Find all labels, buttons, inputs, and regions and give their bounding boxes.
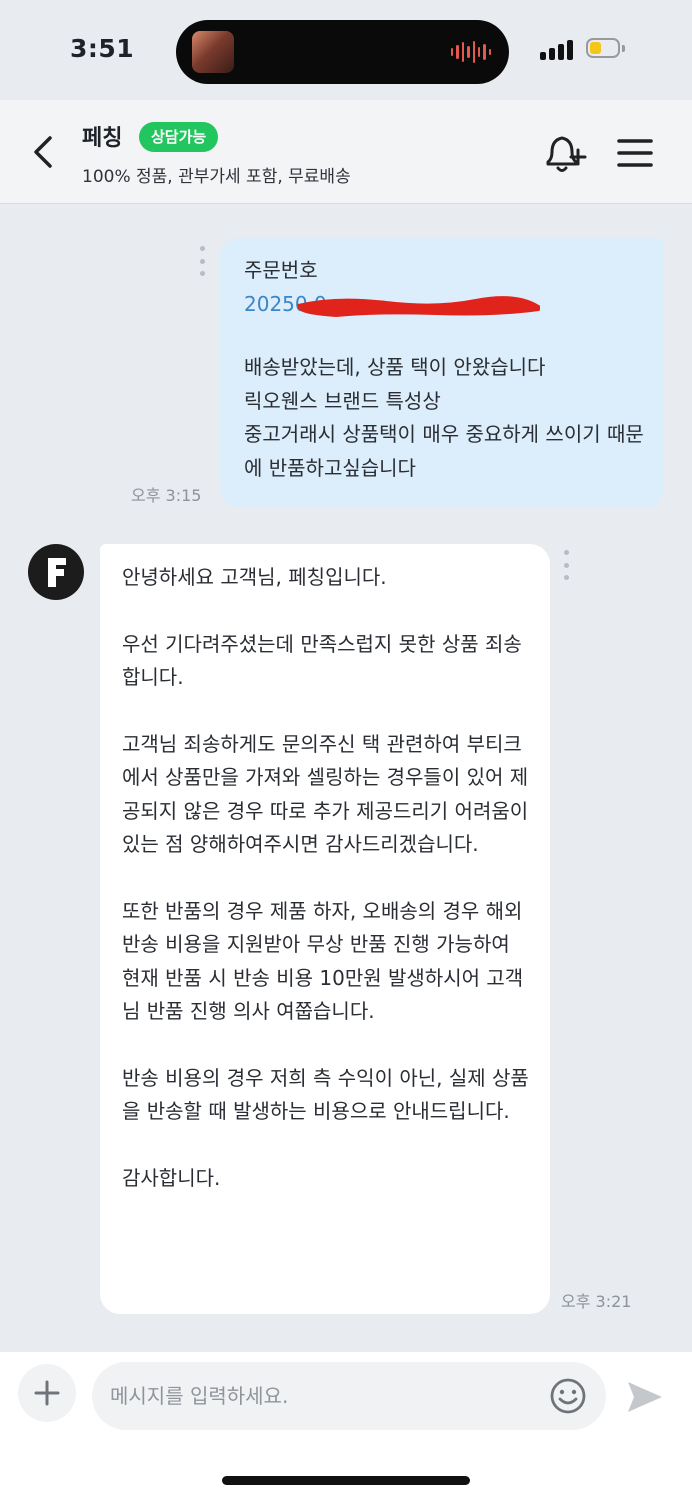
order-label: 주문번호 [244, 258, 318, 282]
message-paragraph: 또한 반품의 경우 제품 하자, 오배송의 경우 해외 반송 비용을 지원받아 … [122, 898, 524, 1024]
outgoing-message-bubble: 주문번호 20250 0 배송받았는데, 상품 택이 안왔습니다 릭오웬스 브랜… [220, 238, 664, 508]
message-paragraph: 우선 기다려주셨는데 만족스럽지 못한 상품 죄송합니다. [122, 631, 522, 690]
agent-avatar[interactable] [28, 544, 84, 600]
battery-icon [586, 38, 626, 60]
message-paragraph: 반송 비용의 경우 저희 측 수익이 아닌, 실제 상품을 반송할 때 발생하는… [122, 1065, 529, 1124]
home-indicator [222, 1476, 470, 1485]
audio-wave-icon [451, 40, 491, 64]
message-paragraph: 안녕하세요 고객님, 페칭입니다. [122, 565, 387, 589]
redaction-scribble [297, 295, 540, 317]
plus-icon [34, 1380, 60, 1406]
cellular-signal-icon [540, 38, 574, 60]
message-paragraph: 감사합니다. [122, 1165, 221, 1190]
message-paragraph: 고객님 죄송하게도 문의주신 택 관련하여 부티크에서 상품만을 가져와 셀링하… [122, 731, 529, 857]
status-bar: 3:51 [0, 0, 692, 100]
dynamic-island [176, 20, 509, 84]
emoji-button[interactable] [548, 1376, 588, 1416]
message-time: 오후 3:15 [131, 486, 202, 505]
shop-name: 페칭 [82, 126, 123, 151]
back-arrow-icon[interactable] [28, 132, 64, 172]
status-badge: 상담가능 [139, 122, 219, 152]
status-time: 3:51 [70, 34, 135, 63]
incoming-message-bubble: 안녕하세요 고객님, 페칭입니다. 우선 기다려주셨는데 만족스럽지 못한 상품… [100, 544, 550, 1314]
outgoing-message-text: 배송받았는데, 상품 택이 안왔습니다 릭오웬스 브랜드 특성상 중고거래시 상… [244, 355, 644, 480]
chat-header: 페칭 상담가능 100% 정품, 관부가세 포함, 무료배송 [0, 100, 692, 204]
add-attachment-button[interactable] [18, 1364, 76, 1422]
order-number[interactable]: 20250 0 [244, 288, 540, 322]
message-options-icon[interactable] [200, 246, 206, 276]
message-options-icon[interactable] [564, 550, 570, 580]
send-arrow-icon [628, 1382, 662, 1412]
send-button[interactable] [624, 1376, 666, 1418]
brand-logo-icon [48, 558, 66, 587]
message-time: 오후 3:21 [561, 1292, 632, 1311]
menu-icon[interactable] [615, 136, 655, 170]
notification-add-icon[interactable] [540, 132, 590, 176]
now-playing-thumbnail [192, 31, 234, 73]
message-input[interactable] [92, 1362, 606, 1430]
shop-description: 100% 정품, 관부가세 포함, 무료배송 [82, 167, 351, 187]
smiley-icon [550, 1378, 586, 1414]
